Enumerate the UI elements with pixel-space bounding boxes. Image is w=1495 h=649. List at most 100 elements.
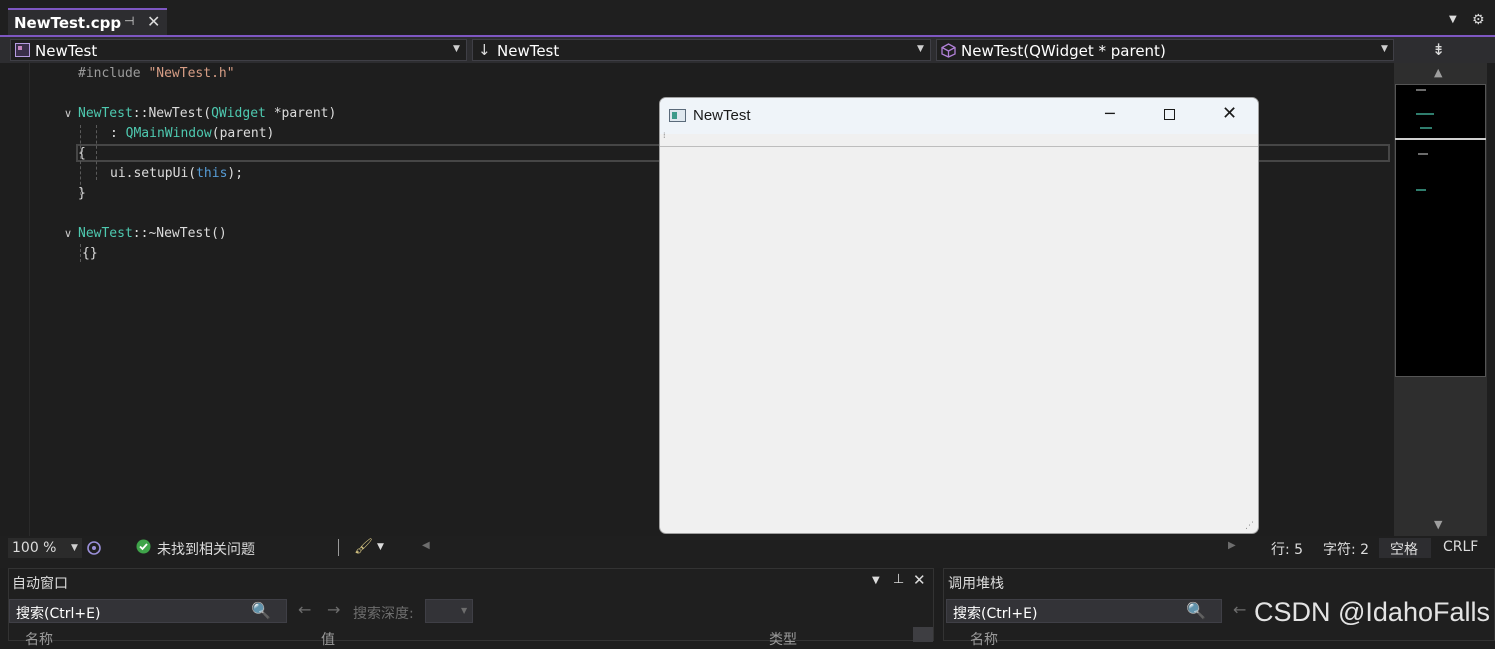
project-icon xyxy=(15,43,30,57)
resize-grip-icon[interactable]: ⋰ xyxy=(1245,521,1254,531)
scroll-up-icon[interactable]: ▲ xyxy=(1434,66,1442,79)
code-line-9: NewTest::~NewTest() xyxy=(78,226,227,241)
zoom-level: 100 % xyxy=(12,540,57,556)
split-window-icon[interactable]: ⇟ xyxy=(1432,40,1445,59)
issues-status[interactable]: 未找到相关问题 xyxy=(157,539,255,559)
copilot-icon[interactable] xyxy=(86,540,102,556)
column-header-value[interactable]: 值 xyxy=(321,629,335,649)
code-token: this xyxy=(196,166,228,181)
fold-toggle-icon[interactable]: ∨ xyxy=(64,227,72,240)
chevron-down-icon: ▼ xyxy=(461,606,468,615)
member-dropdown[interactable]: NewTest(QWidget * parent) ▼ xyxy=(936,39,1394,61)
minimap-line xyxy=(1416,113,1434,115)
chevron-down-icon: ▼ xyxy=(917,44,924,54)
callstack-search-input[interactable]: 搜索(Ctrl+E) 🔍 xyxy=(946,599,1222,623)
qt-window-titlebar[interactable]: NewTest ─ ✕ xyxy=(660,98,1258,134)
line-indicator[interactable]: 行: 5 xyxy=(1271,539,1303,559)
search-depth-label: 搜索深度: xyxy=(353,606,414,622)
column-header-type[interactable]: 类型 xyxy=(769,629,797,649)
code-line-1: #include "NewTest.h" xyxy=(78,66,235,81)
column-header-name[interactable]: 名称 xyxy=(25,629,53,649)
navigation-bar: NewTest ▼ ↓ NewTest ▼ NewTest(QWidget * … xyxy=(0,37,1495,63)
search-depth-dropdown[interactable]: ▼ xyxy=(425,599,473,623)
search-icon[interactable]: 🔍 xyxy=(1186,601,1206,620)
watermark: CSDN @IdahoFalls xyxy=(1254,597,1490,627)
qt-app-window[interactable]: NewTest ─ ✕ ⁞ ⋰ xyxy=(659,97,1259,534)
tab-newtest-cpp[interactable]: NewTest.cpp ⊣ ✕ xyxy=(8,8,167,35)
minimap-line xyxy=(1416,89,1426,91)
char-indicator[interactable]: 字符: 2 xyxy=(1323,539,1369,559)
scope-dropdown-label: NewTest xyxy=(497,42,560,60)
close-icon[interactable]: ✕ xyxy=(913,571,926,589)
code-token: QWidget xyxy=(211,106,266,121)
callstack-search-placeholder: 搜索(Ctrl+E) xyxy=(953,606,1038,622)
close-icon[interactable]: ✕ xyxy=(1222,103,1237,124)
chevron-down-icon: ▼ xyxy=(71,543,78,553)
code-token: NewTest xyxy=(78,106,133,121)
window-app-icon xyxy=(669,109,686,122)
tab-list-dropdown-icon[interactable]: ▼ xyxy=(1449,14,1457,25)
line-ending-indicator[interactable]: CRLF xyxy=(1443,539,1478,555)
code-token: : xyxy=(110,126,126,141)
fold-guide xyxy=(80,244,81,262)
scroll-right-icon[interactable]: ▶ xyxy=(1228,540,1236,551)
forward-arrow-icon[interactable]: → xyxy=(327,600,340,619)
search-icon[interactable]: 🔍 xyxy=(251,601,271,620)
code-line-5: { xyxy=(78,146,86,161)
column-header-name[interactable]: 名称 xyxy=(970,629,998,649)
minimize-icon[interactable]: ─ xyxy=(1105,104,1115,123)
document-tab-strip xyxy=(0,0,1495,36)
zoom-dropdown[interactable]: 100 % ▼ xyxy=(8,538,82,558)
project-dropdown[interactable]: NewTest ▼ xyxy=(10,39,467,61)
code-token: QMainWindow xyxy=(125,126,212,141)
close-icon[interactable]: ✕ xyxy=(147,12,160,31)
code-token: (parent) xyxy=(211,126,275,141)
back-arrow-icon[interactable]: ← xyxy=(298,600,311,619)
pin-icon[interactable]: ⊣ xyxy=(124,14,134,28)
member-dropdown-label: NewTest(QWidget * parent) xyxy=(961,42,1166,60)
autos-window: 自动窗口 ▼ ⊥ ✕ 搜索(Ctrl+E) 🔍 ← → 搜索深度: ▼ 名称 值… xyxy=(8,568,934,648)
toolbar-grip-icon[interactable]: ⁞ xyxy=(663,131,666,140)
autos-title: 自动窗口 xyxy=(12,576,68,592)
panel-separator xyxy=(0,560,1495,568)
autos-search-placeholder: 搜索(Ctrl+E) xyxy=(16,606,101,622)
code-line-7: } xyxy=(78,186,86,201)
gear-icon[interactable]: ⚙ xyxy=(1472,12,1485,28)
scope-dropdown[interactable]: ↓ NewTest ▼ xyxy=(472,39,931,61)
autos-search-input[interactable]: 搜索(Ctrl+E) 🔍 xyxy=(9,599,287,623)
fold-toggle-icon[interactable]: ∨ xyxy=(64,107,72,120)
project-dropdown-label: NewTest xyxy=(35,42,98,60)
minimap-line xyxy=(1418,153,1428,155)
code-line-4: : QMainWindow(parent) xyxy=(110,126,274,141)
status-divider xyxy=(338,539,339,556)
chevron-down-icon[interactable]: ▼ xyxy=(872,575,880,586)
minimap-viewport[interactable] xyxy=(1395,84,1486,377)
maximize-icon[interactable] xyxy=(1164,109,1175,120)
code-cleanup-brush-icon[interactable]: 🖌 xyxy=(354,537,373,555)
code-line-6: ui.setupUi(this); xyxy=(110,166,243,181)
callstack-title: 调用堆栈 xyxy=(948,576,1004,592)
chevron-down-icon: ▼ xyxy=(1381,44,1388,54)
code-token: ::~NewTest() xyxy=(132,226,227,241)
code-token: "NewTest.h" xyxy=(148,66,235,81)
caret-position-marker xyxy=(1395,138,1486,140)
code-token: ( xyxy=(203,106,212,121)
scroll-down-icon[interactable]: ▼ xyxy=(1434,518,1442,531)
scroll-left-icon[interactable]: ◀ xyxy=(422,540,430,551)
minimap-line xyxy=(1416,189,1426,191)
minimap-line xyxy=(1420,127,1432,129)
code-token: ui.setupUi( xyxy=(110,166,197,181)
window-app-icon-detail xyxy=(672,112,677,119)
method-cube-icon xyxy=(941,43,956,58)
qt-menu-bar[interactable]: ⁞ xyxy=(660,131,1258,147)
pin-icon[interactable]: ⊥ xyxy=(893,572,904,587)
back-arrow-icon[interactable]: ← xyxy=(1233,600,1246,619)
code-token: ); xyxy=(227,166,244,181)
indent-guide xyxy=(96,125,97,180)
arrow-down-icon: ↓ xyxy=(478,41,491,59)
code-token: NewTest xyxy=(148,106,204,121)
chevron-down-icon[interactable]: ▼ xyxy=(377,542,384,552)
scroll-up-button[interactable] xyxy=(913,627,933,642)
spacing-indicator[interactable]: 空格 xyxy=(1379,538,1431,558)
code-line-3: NewTest::NewTest(QWidget *parent) xyxy=(78,106,336,121)
